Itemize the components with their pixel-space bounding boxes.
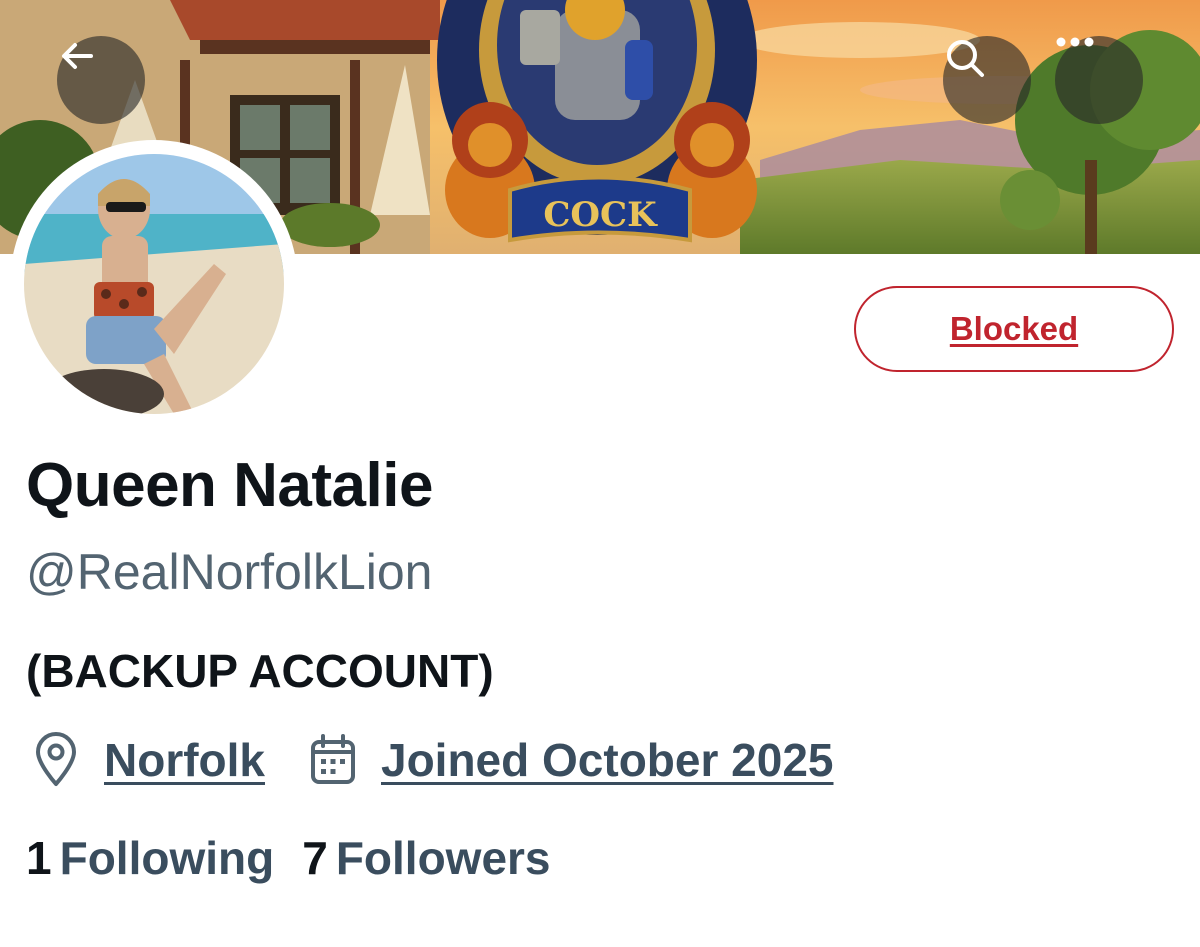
followers-label: Followers <box>335 832 551 884</box>
location-pin-icon <box>32 732 80 788</box>
back-button[interactable] <box>57 36 145 124</box>
followers-stat[interactable]: 7 Followers <box>302 831 550 885</box>
calendar-icon <box>309 734 357 786</box>
search-button[interactable] <box>943 36 1031 124</box>
joined-date-link[interactable]: Joined October 2025 <box>381 733 834 787</box>
following-label: Following <box>59 832 275 884</box>
banner-sign-text: COCK <box>543 195 658 235</box>
display-name: Queen Natalie <box>26 451 433 520</box>
profile-meta: Norfolk Joined October 2025 <box>32 728 834 792</box>
avatar-photo <box>24 154 284 414</box>
following-count: 1 <box>26 832 52 884</box>
more-options-button[interactable] <box>1055 36 1143 124</box>
followers-count: 7 <box>302 832 328 884</box>
username-handle: @RealNorfolkLion <box>26 544 433 600</box>
bio-text: (BACKUP ACCOUNT) <box>26 645 494 697</box>
following-stat[interactable]: 1 Following <box>26 831 274 885</box>
location-link[interactable]: Norfolk <box>104 733 265 787</box>
avatar[interactable] <box>10 140 298 428</box>
location-item: Norfolk <box>32 732 265 788</box>
profile-page: COCK Blocked Queen Natalie @RealNorfolkL… <box>0 0 1200 947</box>
follow-stats: 1 Following 7 Followers <box>26 828 579 888</box>
blocked-button[interactable]: Blocked <box>854 286 1174 372</box>
joined-item: Joined October 2025 <box>309 733 834 787</box>
